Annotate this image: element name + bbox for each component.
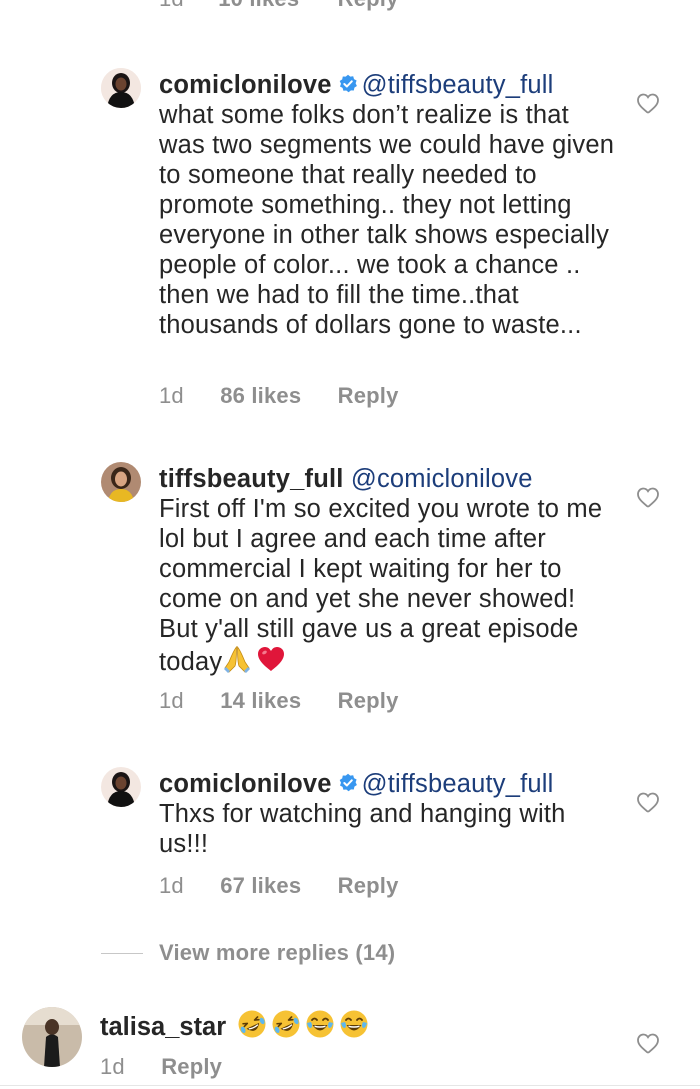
comment-username[interactable]: talisa_star: [100, 1013, 226, 1041]
like-heart-icon[interactable]: [636, 92, 660, 114]
comment-username[interactable]: comiclonilove: [159, 71, 332, 99]
comment-likes[interactable]: 67 likes: [220, 873, 301, 898]
like-heart-icon[interactable]: [636, 791, 660, 813]
view-replies-divider: [101, 953, 143, 954]
comment-2: tiffsbeauty_full @comiclonilove First of…: [159, 464, 619, 677]
avatar[interactable]: [101, 767, 141, 807]
comment-time: 1d: [159, 688, 184, 713]
comment-1: comiclonilove @tiffsbeauty_full what some…: [159, 70, 619, 340]
comment-likes[interactable]: 86 likes: [220, 383, 301, 408]
tears-of-joy-icon: [305, 1009, 335, 1039]
avatar-image: [101, 767, 141, 807]
reply-button[interactable]: Reply: [338, 688, 399, 713]
reply-button[interactable]: Reply: [338, 0, 399, 11]
like-heart-icon[interactable]: [636, 486, 660, 508]
comment-mention[interactable]: @tiffsbeauty_full: [362, 770, 554, 798]
comment-time: 1d: [159, 873, 184, 898]
comment-mention[interactable]: @tiffsbeauty_full: [362, 71, 554, 99]
reply-button[interactable]: Reply: [338, 873, 399, 898]
comment-time: 1d: [159, 0, 184, 11]
tears-of-joy-icon: [339, 1009, 369, 1039]
rolling-laughing-icon: [237, 1009, 267, 1039]
bottom-edge-divider: [0, 1085, 700, 1086]
comment-3: comiclonilove @tiffsbeauty_full Thxs for …: [159, 769, 619, 859]
view-more-replies-button[interactable]: View more replies (14): [159, 940, 395, 966]
comment-meta-row: 1d 14 likes Reply: [159, 688, 399, 714]
comment-time: 1d: [100, 1054, 125, 1079]
comment-time: 1d: [159, 383, 184, 408]
red-heart-icon: [256, 644, 286, 674]
avatar[interactable]: [101, 462, 141, 502]
avatar-image: [101, 462, 141, 502]
comment-meta-row: 1d Reply: [100, 1054, 222, 1080]
comment-username[interactable]: tiffsbeauty_full: [159, 465, 344, 493]
avatar-image: [22, 1007, 82, 1067]
verified-badge-icon: [338, 773, 358, 793]
like-heart-icon[interactable]: [636, 1032, 660, 1054]
comment-meta-row: 1d 86 likes Reply: [159, 383, 399, 409]
comment-text: what some folks don’t realize is that wa…: [159, 101, 615, 339]
avatar[interactable]: [22, 1007, 82, 1067]
folded-hands-icon: [222, 644, 252, 674]
avatar-image: [101, 68, 141, 108]
comment-mention[interactable]: @comiclonilove: [351, 465, 533, 493]
comment-username[interactable]: comiclonilove: [159, 770, 332, 798]
comment-meta-row: 1d 67 likes Reply: [159, 873, 399, 899]
comment-text: Thxs for watching and hanging with us!!!: [159, 800, 566, 858]
rolling-laughing-icon: [271, 1009, 301, 1039]
verified-badge-icon: [338, 74, 358, 94]
comment-likes[interactable]: 10 likes: [218, 0, 299, 11]
reply-button[interactable]: Reply: [338, 383, 399, 408]
avatar[interactable]: [101, 68, 141, 108]
comment-meta-row-partial: 1d 10 likes Reply: [159, 0, 399, 12]
comment-likes[interactable]: 14 likes: [220, 688, 301, 713]
reply-button[interactable]: Reply: [161, 1054, 222, 1079]
bottom-comment: talisa_star: [100, 1009, 369, 1042]
